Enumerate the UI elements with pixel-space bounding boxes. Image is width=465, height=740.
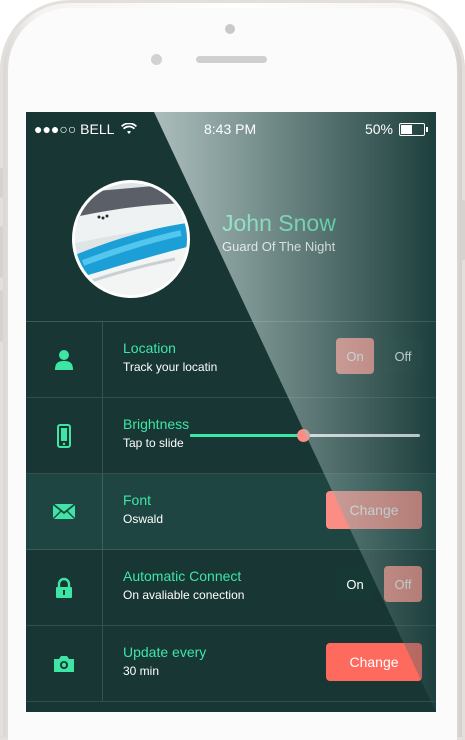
proximity-sensor: [151, 54, 162, 65]
setting-row-brightness: Brightness Tap to slide: [26, 398, 436, 474]
font-change-button[interactable]: Change: [326, 491, 422, 529]
brightness-slider[interactable]: [190, 429, 420, 442]
volume-down-button: [0, 290, 3, 342]
avatar[interactable]: [72, 180, 190, 298]
automatic-connect-off-button[interactable]: Off: [384, 566, 422, 602]
slider-thumb[interactable]: [296, 429, 310, 442]
lock-icon: [26, 550, 103, 625]
profile-header: John Snow Guard Of The Night: [26, 146, 436, 322]
update-every-title: Update every: [123, 644, 207, 660]
automatic-connect-subtitle: On avaliable conection: [123, 588, 245, 602]
volume-up-button: [0, 226, 3, 278]
phone-screen: ●●●○○ BELL 8:43 PM 50% John Snow Guard O…: [26, 112, 436, 712]
settings-list: Location Track your locatin On Off Brigh…: [26, 322, 436, 702]
battery-icon: [399, 122, 425, 136]
location-title: Location: [123, 340, 176, 356]
setting-row-font: Font Oswald Change: [26, 474, 436, 550]
update-every-subtitle: 30 min: [123, 664, 160, 678]
status-time: 8:43 PM: [204, 121, 257, 137]
carrier-signal: ●●●○○ BELL: [34, 121, 137, 137]
setting-row-update-every: Update every 30 min Change: [26, 626, 436, 702]
location-subtitle: Track your locatin: [123, 360, 218, 374]
location-off-button[interactable]: Off: [384, 338, 422, 374]
mail-icon: [26, 474, 103, 549]
automatic-connect-title: Automatic Connect: [123, 568, 242, 584]
phone-icon: [26, 398, 103, 473]
automatic-connect-on-button[interactable]: On: [336, 566, 374, 602]
setting-row-automatic-connect: Automatic Connect On avaliable conection…: [26, 550, 436, 626]
camera-icon: [26, 626, 103, 701]
profile-name: John Snow: [222, 210, 336, 236]
battery-percent: 50%: [364, 121, 393, 137]
brightness-title: Brightness: [123, 416, 190, 432]
location-toggle: On Off: [336, 338, 422, 374]
earpiece-speaker: [196, 56, 267, 63]
font-title: Font: [123, 492, 152, 508]
front-camera: [225, 24, 235, 34]
font-subtitle: Oswald: [123, 512, 164, 526]
brightness-subtitle: Tap to slide: [123, 436, 184, 450]
slider-fill: [190, 434, 303, 437]
battery-indicator: 50%: [365, 121, 428, 137]
person-icon: [26, 322, 103, 397]
automatic-connect-toggle: On Off: [336, 566, 422, 602]
setting-row-location: Location Track your locatin On Off: [26, 322, 436, 398]
location-on-button[interactable]: On: [336, 338, 374, 374]
mute-switch: [0, 168, 3, 198]
status-bar: ●●●○○ BELL 8:43 PM 50%: [26, 112, 436, 146]
wifi-icon: [120, 122, 137, 134]
update-every-change-button[interactable]: Change: [326, 643, 422, 681]
profile-subtitle: Guard Of The Night: [222, 239, 336, 254]
